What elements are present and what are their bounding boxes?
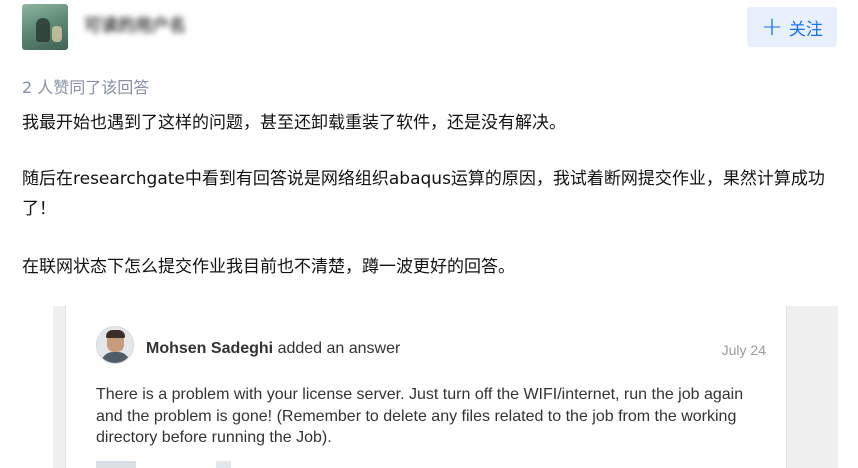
follow-button[interactable]: + 关注 — [747, 7, 837, 47]
answer-header: 可读的用户名 + 关注 — [0, 0, 858, 60]
answer-page: 可读的用户名 + 关注 2 人赞同了该回答 我最开始也遇到了这样的问题，甚至还卸… — [0, 0, 858, 468]
cropped-footer-hint — [96, 461, 736, 468]
responder-action: added an answer — [277, 340, 401, 357]
embedded-screenshot[interactable]: Mohsen Sadeghi added an answer July 24 T… — [53, 306, 838, 468]
answer-paragraph-2: 随后在researchgate中看到有回答说是网络组织abaqus运算的原因，我… — [22, 169, 825, 219]
answer-paragraph-3: 在联网状态下怎么提交作业我目前也不清楚，蹲一波更好的回答。 — [22, 257, 515, 277]
answer-paragraph-1: 我最开始也遇到了这样的问题，甚至还卸载重装了软件，还是没有解决。 — [22, 113, 566, 133]
author-avatar[interactable] — [22, 4, 68, 50]
avatar-figure-secondary — [52, 26, 62, 42]
author-name[interactable]: 可读的用户名 — [84, 14, 186, 38]
plus-icon: + — [761, 12, 783, 42]
avatar-shirt — [101, 352, 130, 363]
researchgate-answer-card: Mohsen Sadeghi added an answer July 24 T… — [65, 306, 787, 468]
avatar-hair — [106, 330, 125, 338]
follow-label: 关注 — [788, 19, 823, 40]
upvote-count: 2 人赞同了该回答 — [22, 78, 150, 97]
avatar-figure — [36, 18, 50, 42]
responder-avatar — [96, 326, 134, 364]
responder-name: Mohsen Sadeghi — [146, 340, 274, 357]
embedded-answer-text: There is a problem with your license ser… — [96, 386, 744, 446]
answer-date: July 24 — [721, 342, 766, 358]
responder-line: Mohsen Sadeghi added an answer — [146, 340, 400, 358]
